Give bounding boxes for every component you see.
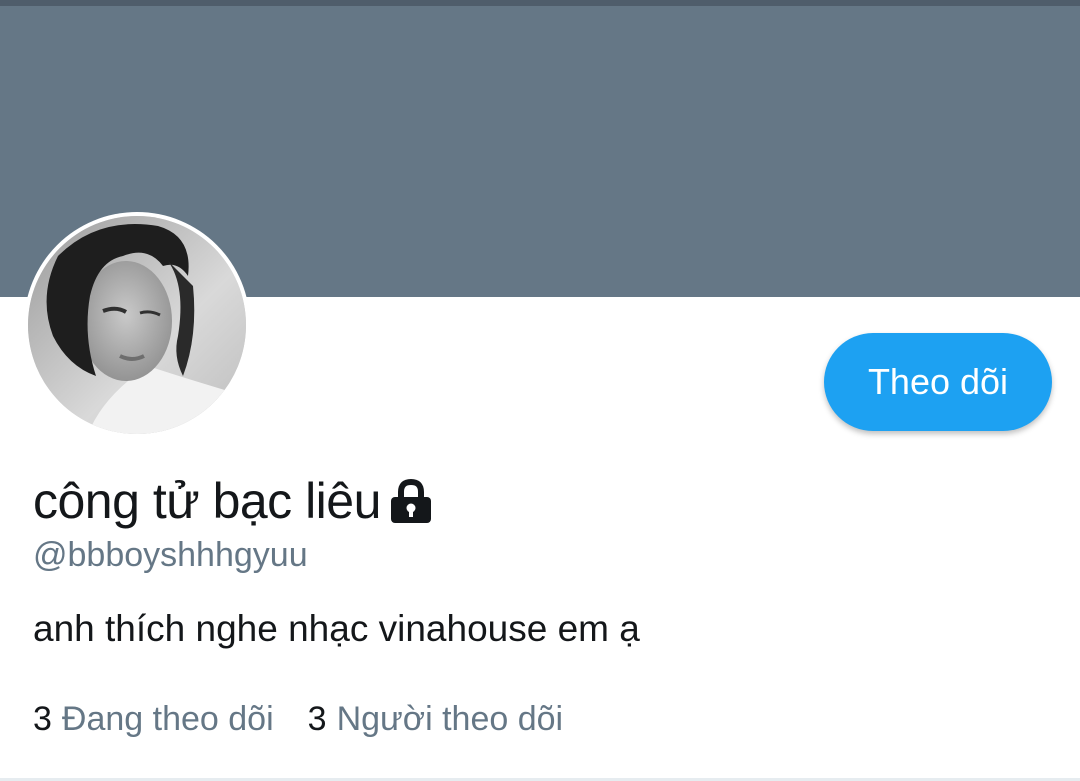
profile-bio: anh thích nghe nhạc vinahouse em ạ [33,608,640,649]
following-stat[interactable]: 3 Đang theo dõi [33,700,274,739]
display-name: công tử bạc liêu [33,473,381,529]
followers-label: Người theo dõi [336,700,564,738]
follow-button[interactable]: Theo dõi [824,333,1052,431]
user-handle: @bbboyshhhgyuu [33,536,308,574]
profile-stats: 3 Đang theo dõi 3 Người theo dõi [33,700,563,739]
name-row: công tử bạc liêu [33,468,433,534]
following-count: 3 [33,700,52,738]
avatar-photo [28,216,246,434]
lock-icon [389,478,433,524]
avatar[interactable] [28,216,246,434]
followers-count: 3 [307,700,327,738]
profile-page: Theo dõi công tử bạc liêu @bbboyshhhgyuu… [0,0,1080,781]
followers-stat[interactable]: 3 Người theo dõi [308,700,563,739]
following-label: Đang theo dõi [61,700,274,738]
